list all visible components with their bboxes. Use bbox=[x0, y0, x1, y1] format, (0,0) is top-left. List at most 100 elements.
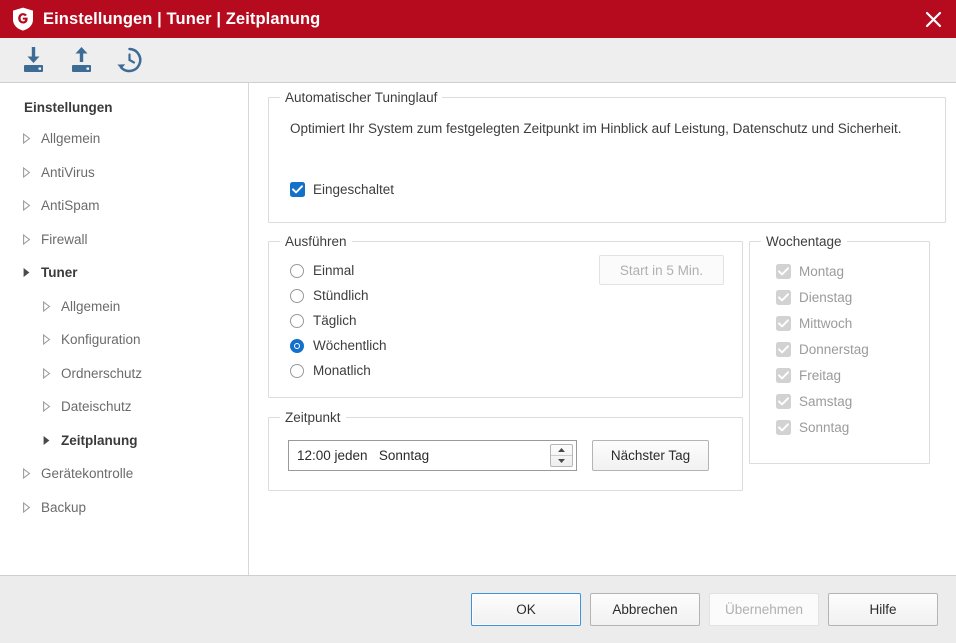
next-day-button[interactable]: Nächster Tag bbox=[592, 440, 709, 471]
sidebar-item-label: Firewall bbox=[41, 231, 88, 247]
weekday-checkbox-freitag: Freitag bbox=[776, 362, 869, 388]
content-pane: Automatischer Tuninglauf Optimiert Ihr S… bbox=[249, 83, 956, 575]
checkbox-check-icon bbox=[776, 367, 791, 383]
schedule-time-field[interactable]: 12:00 jeden Sonntag bbox=[288, 440, 577, 471]
execute-radio-einmal[interactable]: Einmal bbox=[290, 258, 387, 283]
sidebar-item-dateischutz[interactable]: Dateischutz bbox=[0, 390, 248, 424]
sidebar-item-ordnerschutz[interactable]: Ordnerschutz bbox=[0, 357, 248, 391]
cancel-button-label: Abbrechen bbox=[612, 602, 678, 617]
execute-group: Ausführen Einmal Stündlich Täglich Wöchentl… bbox=[268, 234, 743, 398]
sidebar-item-allgemein[interactable]: Allgemein bbox=[0, 290, 248, 324]
sidebar-item-konfiguration[interactable]: Konfiguration bbox=[0, 323, 248, 357]
sidebar-item-antivirus[interactable]: AntiVirus bbox=[0, 156, 248, 190]
sidebar-items: Allgemein AntiVirus AntiSpam Firewall Tuner A… bbox=[0, 122, 248, 524]
execute-radio-label: Täglich bbox=[313, 313, 357, 328]
triangle-outline-icon bbox=[22, 501, 37, 513]
sidebar-item-label: AntiVirus bbox=[41, 164, 95, 180]
auto-tuning-legend: Automatischer Tuninglauf bbox=[280, 90, 443, 105]
schedule-stepper[interactable] bbox=[550, 444, 573, 467]
sidebar-item-label: AntiSpam bbox=[41, 198, 100, 214]
sidebar-item-label: Allgemein bbox=[61, 298, 121, 314]
weekday-label: Mittwoch bbox=[799, 315, 853, 331]
weekday-checkbox-donnerstag: Donnerstag bbox=[776, 336, 869, 362]
triangle-outline-icon bbox=[22, 468, 37, 480]
radio-unselected-icon bbox=[290, 313, 304, 328]
weekday-label: Dienstag bbox=[799, 289, 853, 305]
execute-radio-monatlich[interactable]: Monatlich bbox=[290, 358, 387, 383]
checkbox-check-icon bbox=[776, 289, 791, 305]
spinner-up-icon[interactable] bbox=[551, 445, 572, 456]
next-day-button-label: Nächster Tag bbox=[610, 448, 691, 463]
ok-button[interactable]: OK bbox=[471, 593, 581, 626]
close-icon[interactable] bbox=[910, 0, 956, 38]
execute-radio-täglich[interactable]: Täglich bbox=[290, 308, 387, 333]
apply-button: Übernehmen bbox=[709, 593, 819, 626]
export-upload-icon[interactable] bbox=[66, 45, 97, 75]
start-in-5-min-button[interactable]: Start in 5 Min. bbox=[599, 255, 724, 285]
weekday-items: Montag Dienstag Mittwoch Donnerstag Freitag S… bbox=[776, 258, 869, 440]
import-download-icon[interactable] bbox=[18, 45, 49, 75]
checkbox-check-icon bbox=[776, 393, 791, 409]
sidebar-item-zeitplanung[interactable]: Zeitplanung bbox=[0, 424, 248, 458]
execute-radio-label: Stündlich bbox=[313, 288, 369, 303]
sidebar: Einstellungen Allgemein AntiVirus AntiSpam… bbox=[0, 83, 249, 575]
cancel-button[interactable]: Abbrechen bbox=[590, 593, 700, 626]
triangle-outline-icon bbox=[42, 367, 57, 379]
triangle-outline-icon bbox=[22, 233, 37, 245]
checkbox-check-icon bbox=[776, 419, 791, 435]
sidebar-item-antispam[interactable]: AntiSpam bbox=[0, 189, 248, 223]
sidebar-item-tuner[interactable]: Tuner bbox=[0, 256, 248, 290]
sidebar-item-label: Konfiguration bbox=[61, 332, 141, 348]
sidebar-item-ger-tekontrolle[interactable]: Gerätekontrolle bbox=[0, 457, 248, 491]
execute-options: Einmal Stündlich Täglich Wöchentlich Monatli… bbox=[290, 258, 387, 383]
execute-radio-stündlich[interactable]: Stündlich bbox=[290, 283, 387, 308]
sidebar-item-label: Ordnerschutz bbox=[61, 365, 143, 381]
checkbox-check-icon bbox=[776, 341, 791, 357]
weekday-label: Donnerstag bbox=[799, 341, 869, 357]
restore-defaults-clock-icon[interactable] bbox=[114, 45, 145, 75]
weekday-checkbox-sonntag: Sonntag bbox=[776, 414, 869, 440]
title-bar: Einstellungen | Tuner | Zeitplanung bbox=[0, 0, 956, 38]
settings-window: Einstellungen | Tuner | Zeitplanung Eins… bbox=[0, 0, 956, 643]
sidebar-item-allgemein[interactable]: Allgemein bbox=[0, 122, 248, 156]
start-button-label: Start in 5 Min. bbox=[619, 262, 704, 278]
triangle-outline-icon bbox=[42, 401, 57, 413]
checkbox-check-icon bbox=[290, 182, 305, 197]
sidebar-item-label: Tuner bbox=[41, 265, 78, 281]
help-button[interactable]: Hilfe bbox=[828, 593, 938, 626]
weekday-checkbox-samstag: Samstag bbox=[776, 388, 869, 414]
apply-button-label: Übernehmen bbox=[724, 602, 804, 617]
triangle-filled-icon bbox=[42, 435, 57, 446]
auto-tuning-group: Automatischer Tuninglauf Optimiert Ihr S… bbox=[268, 90, 946, 223]
toolbar bbox=[0, 38, 956, 83]
weekday-label: Freitag bbox=[799, 367, 842, 383]
sidebar-item-label: Dateischutz bbox=[61, 399, 132, 415]
weekdays-group: Wochentage Montag Dienstag Mittwoch Donners… bbox=[749, 234, 930, 464]
sidebar-item-label: Backup bbox=[41, 499, 87, 515]
execute-radio-label: Wöchentlich bbox=[313, 338, 387, 353]
auto-tuning-enabled-checkbox[interactable]: Eingeschaltet bbox=[290, 182, 394, 197]
triangle-outline-icon bbox=[42, 300, 57, 312]
auto-tuning-description: Optimiert Ihr System zum festgelegten Ze… bbox=[290, 121, 902, 136]
execute-radio-label: Einmal bbox=[313, 263, 355, 278]
spinner-down-icon[interactable] bbox=[551, 456, 572, 466]
sidebar-item-firewall[interactable]: Firewall bbox=[0, 223, 248, 257]
checkbox-check-icon bbox=[776, 315, 791, 331]
weekday-checkbox-montag: Montag bbox=[776, 258, 869, 284]
help-button-label: Hilfe bbox=[869, 602, 897, 617]
sidebar-heading: Einstellungen bbox=[24, 100, 113, 115]
weekday-label: Samstag bbox=[799, 393, 853, 409]
window-title: Einstellungen | Tuner | Zeitplanung bbox=[43, 9, 321, 28]
footer-bar: OK Abbrechen Übernehmen Hilfe bbox=[0, 575, 956, 643]
checkbox-check-icon bbox=[776, 263, 791, 279]
gdata-shield-logo-icon bbox=[12, 7, 34, 31]
execute-radio-wöchentlich[interactable]: Wöchentlich bbox=[290, 333, 387, 358]
weekdays-legend: Wochentage bbox=[761, 234, 847, 249]
sidebar-item-label: Gerätekontrolle bbox=[41, 466, 134, 482]
window-body: Einstellungen Allgemein AntiVirus AntiSpam… bbox=[0, 83, 956, 575]
execute-radio-label: Monatlich bbox=[313, 363, 371, 378]
weekday-label: Sonntag bbox=[799, 419, 850, 435]
sidebar-item-backup[interactable]: Backup bbox=[0, 491, 248, 525]
execute-legend: Ausführen bbox=[280, 234, 352, 249]
weekday-checkbox-dienstag: Dienstag bbox=[776, 284, 869, 310]
